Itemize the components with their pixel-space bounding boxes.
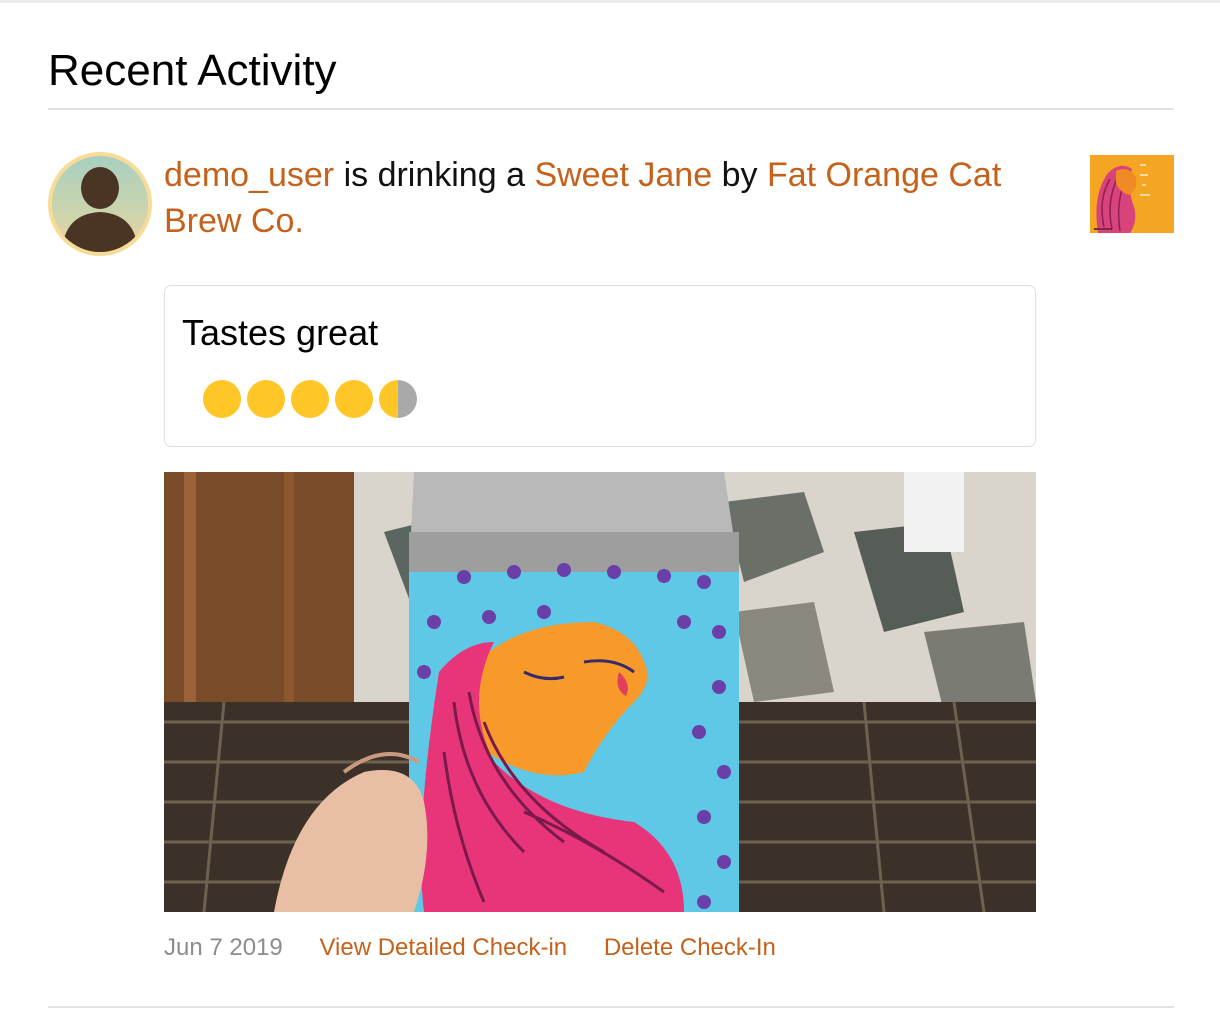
drinking-phrase: is drinking a	[343, 156, 525, 194]
rating-caps	[203, 380, 417, 418]
beer-label-thumbnail[interactable]	[1090, 155, 1174, 233]
delete-checkin-link[interactable]: Delete Check-In	[604, 934, 776, 961]
user-avatar[interactable]	[48, 152, 152, 256]
checkin-comment: Tastes great	[182, 312, 379, 353]
view-detailed-checkin-link[interactable]: View Detailed Check-in	[319, 934, 567, 961]
user-silhouette-icon	[62, 167, 138, 252]
title-divider	[48, 108, 1174, 110]
checkin-comment-card: Tastes great	[164, 285, 1036, 447]
rating-cap-icon	[203, 380, 241, 418]
rating-cap-icon	[335, 380, 373, 418]
by-phrase: by	[721, 156, 758, 194]
checkin-headline: demo_user is drinking a Sweet Jane by Fa…	[164, 152, 1044, 244]
checkin-date: Jun 7 2019	[164, 934, 283, 961]
rating-cap-icon	[291, 380, 329, 418]
rating-cap-icon	[247, 380, 285, 418]
beer-can-photo	[164, 472, 1036, 912]
rating-half-cap-icon	[379, 380, 417, 418]
bottom-divider	[48, 1006, 1174, 1008]
beer-link[interactable]: Sweet Jane	[534, 156, 712, 194]
checkin-photo[interactable]	[164, 472, 1036, 912]
top-divider	[0, 0, 1220, 3]
user-link[interactable]: demo_user	[164, 156, 334, 194]
section-title: Recent Activity	[48, 46, 337, 95]
checkin-footer: Jun 7 2019 View Detailed Check-in Delete…	[164, 933, 806, 963]
beer-label-image	[1090, 155, 1174, 233]
